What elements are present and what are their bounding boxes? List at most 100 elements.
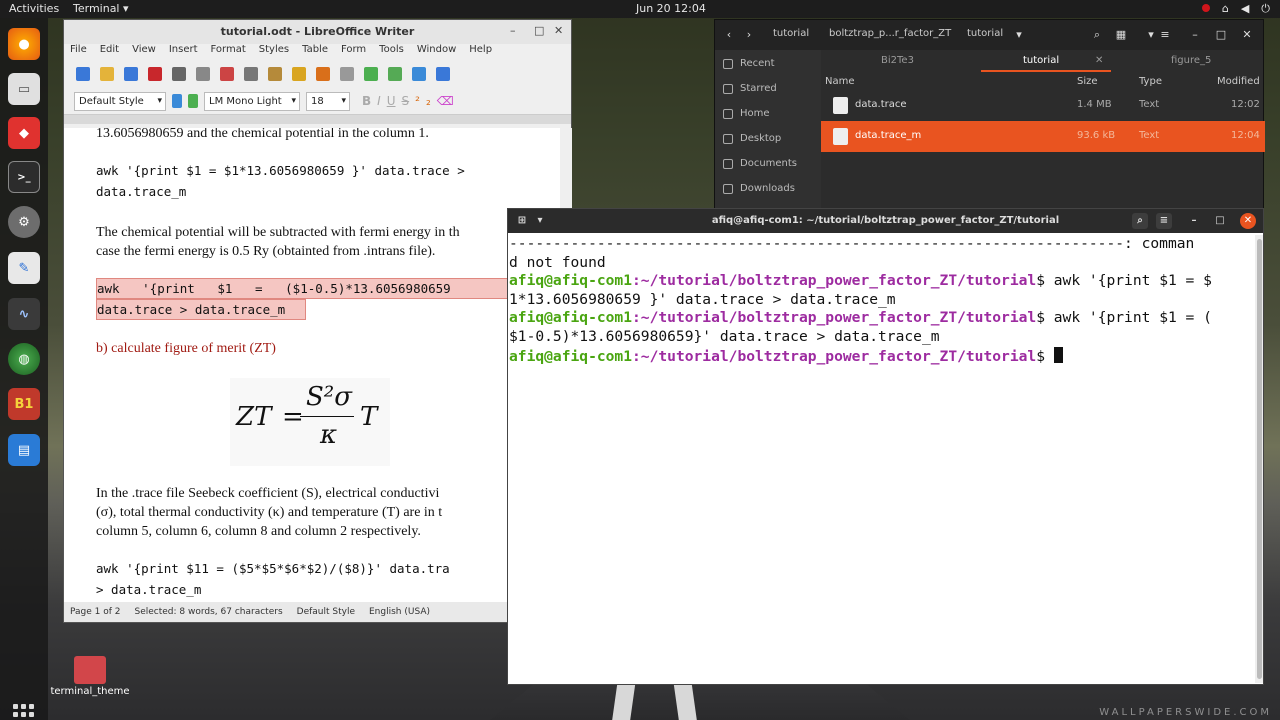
table-icon[interactable] (388, 67, 402, 81)
menu-tools[interactable]: Tools (379, 44, 404, 60)
clone-format-icon[interactable] (292, 67, 306, 81)
minimize-icon[interactable]: – (510, 24, 516, 37)
show-apps-icon[interactable] (13, 704, 35, 720)
file-row[interactable]: data.trace 1.4 MB Text 12:02 (821, 90, 1265, 121)
spelling-icon[interactable] (364, 67, 378, 81)
menu-help[interactable]: Help (469, 44, 492, 60)
clear-format-icon[interactable]: ⌫ (437, 94, 454, 108)
desktop-folder-label[interactable]: terminal_theme (50, 686, 130, 697)
export-pdf-icon[interactable] (148, 67, 162, 81)
terminal-icon[interactable]: >_ (8, 161, 40, 193)
sidebar-item-recent[interactable]: Recent (723, 58, 775, 69)
chevron-down-icon[interactable]: ▾ (1009, 25, 1029, 45)
document-page[interactable]: 13.6056980659 and the chemical potential… (64, 128, 560, 605)
col-type[interactable]: Type (1139, 76, 1162, 87)
close-icon[interactable]: ✕ (1237, 25, 1257, 45)
menu-insert[interactable]: Insert (169, 44, 198, 60)
menu-table[interactable]: Table (302, 44, 328, 60)
system-monitor-icon[interactable]: ∿ (8, 298, 40, 330)
scrollbar-thumb[interactable] (1257, 239, 1262, 679)
print-icon[interactable] (172, 67, 186, 81)
underline-icon[interactable]: U (387, 94, 396, 108)
breadcrumb-item[interactable]: tutorial (967, 28, 1003, 39)
sidebar-item-documents[interactable]: Documents (723, 158, 797, 169)
sidebar-item-starred[interactable]: Starred (723, 83, 777, 94)
menu-icon[interactable]: ≡ (1155, 25, 1175, 45)
sidebar-item-desktop[interactable]: Desktop (723, 133, 781, 144)
tab-tutorial[interactable]: tutorial (1023, 55, 1059, 66)
writer-icon[interactable]: ▤ (8, 434, 40, 466)
file-row-selected[interactable]: data.trace_m 93.6 kB Text 12:04 (821, 121, 1265, 152)
maximize-icon[interactable]: □ (534, 24, 544, 37)
col-name[interactable]: Name (825, 76, 855, 87)
paste-icon[interactable] (268, 67, 282, 81)
tab-bi2te3[interactable]: Bi2Te3 (881, 55, 914, 66)
menu-file[interactable]: File (70, 44, 87, 60)
redo-icon[interactable] (340, 67, 354, 81)
col-size[interactable]: Size (1077, 76, 1098, 87)
search-icon[interactable]: ⌕ (1132, 213, 1148, 229)
app-menu[interactable]: Terminal ▾ (73, 2, 129, 15)
tab-figure-5[interactable]: figure_5 (1171, 55, 1211, 66)
menu-view[interactable]: View (132, 44, 156, 60)
menu-window[interactable]: Window (417, 44, 456, 60)
paragraph-style-select[interactable]: Default Style (74, 91, 166, 111)
open-icon[interactable] (100, 67, 114, 81)
new-style-icon[interactable] (188, 94, 198, 108)
close-icon[interactable]: ✕ (1095, 55, 1103, 66)
settings-icon[interactable]: ⚙ (8, 206, 40, 238)
cut-icon[interactable] (220, 67, 234, 81)
maximize-icon[interactable]: □ (1212, 213, 1228, 229)
font-size-select[interactable]: 18 (306, 91, 350, 111)
activities-button[interactable]: Activities (9, 2, 59, 15)
folder-icon[interactable] (74, 656, 106, 684)
clock[interactable]: Jun 20 12:04 (636, 2, 706, 15)
close-icon[interactable]: ✕ (554, 24, 563, 37)
bold-icon[interactable]: B (362, 94, 371, 108)
minimize-icon[interactable]: – (1186, 213, 1202, 229)
back-icon[interactable]: ‹ (719, 25, 739, 45)
breadcrumb-item[interactable]: tutorial (773, 28, 809, 39)
menu-edit[interactable]: Edit (100, 44, 119, 60)
anydesk-icon[interactable]: ◆ (8, 117, 40, 149)
firefox-icon[interactable]: ● (8, 28, 40, 60)
forward-icon[interactable]: › (739, 25, 759, 45)
col-modified[interactable]: Modified (1217, 76, 1260, 87)
menu-form[interactable]: Form (341, 44, 366, 60)
undo-icon[interactable] (316, 67, 330, 81)
search-icon[interactable]: ⌕ (1087, 25, 1107, 45)
superscript-icon[interactable]: ² (415, 94, 420, 108)
sidebar-item-home[interactable]: Home (723, 108, 770, 119)
copy-icon[interactable] (244, 67, 258, 81)
menu-icon[interactable]: ≡ (1156, 213, 1172, 229)
terminal-scrollbar[interactable] (1255, 235, 1263, 683)
sidebar-item-downloads[interactable]: Downloads (723, 183, 795, 194)
b1-app-icon[interactable]: B1 (8, 388, 40, 420)
subscript-icon[interactable]: ₂ (426, 94, 431, 108)
word-count[interactable]: Selected: 8 words, 67 characters (135, 607, 283, 617)
print-preview-icon[interactable] (196, 67, 210, 81)
globe-icon[interactable]: ◍ (8, 343, 40, 375)
terminal-output[interactable]: ----------------------------------------… (509, 235, 1257, 685)
strikethrough-icon[interactable]: S (402, 94, 410, 108)
chart-icon[interactable] (436, 67, 450, 81)
italic-icon[interactable]: I (377, 94, 381, 108)
text-editor-icon[interactable]: ✎ (8, 252, 40, 284)
new-tab-icon[interactable]: ⊞ (514, 213, 530, 229)
update-style-icon[interactable] (172, 94, 182, 108)
image-icon[interactable] (412, 67, 426, 81)
ruler[interactable] (64, 114, 571, 124)
menu-format[interactable]: Format (211, 44, 246, 60)
page-style[interactable]: Default Style (297, 607, 355, 617)
breadcrumb-item[interactable]: boltztrap_p...r_factor_ZT (829, 28, 951, 39)
view-grid-icon[interactable]: ▦ (1111, 25, 1131, 45)
font-name-select[interactable]: LM Mono Light (204, 91, 300, 111)
save-icon[interactable] (124, 67, 138, 81)
page-count[interactable]: Page 1 of 2 (70, 607, 121, 617)
maximize-icon[interactable]: □ (1211, 25, 1231, 45)
close-icon[interactable]: ✕ (1240, 213, 1256, 229)
system-tray[interactable]: ⌂ ◀ ⏻ (1201, 2, 1270, 16)
files-icon[interactable]: ▭ (8, 73, 40, 105)
chevron-down-icon[interactable]: ▾ (532, 213, 548, 229)
new-icon[interactable] (76, 67, 90, 81)
